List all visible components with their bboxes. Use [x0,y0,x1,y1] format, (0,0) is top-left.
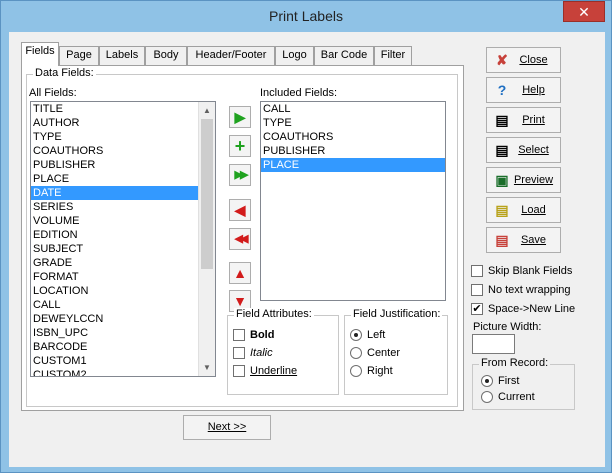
preview-button[interactable]: ▣ Preview [486,167,561,193]
all-fields-item[interactable]: COAUTHORS [31,144,215,158]
title-bar[interactable]: Print Labels ✕ [1,1,611,31]
included-fields-item[interactable]: COAUTHORS [261,130,445,144]
tab-page[interactable]: Page [59,46,99,65]
all-fields-item[interactable]: CUSTOM2 [31,368,215,376]
tab-header-footer[interactable]: Header/Footer [187,46,275,65]
included-fields-item[interactable]: CALL [261,102,445,116]
printer-icon: ▤ [495,111,509,128]
justify-right-radio[interactable]: Right [350,365,393,377]
save-button[interactable]: ▤ Save [486,227,561,253]
included-fields-items: CALL TYPE COAUTHORS PUBLISHER PLACE [261,102,445,172]
all-fields-item[interactable]: TITLE [31,102,215,116]
help-button[interactable]: ? Help [486,77,561,103]
from-record-current-radio[interactable]: Current [481,391,535,403]
field-attributes-group: Field Attributes: Bold Italic Underline [227,308,339,395]
space-new-line-checkbox[interactable]: ✔ Space->New Line [471,303,575,315]
picture-width-input[interactable] [472,334,515,354]
window-close-icon[interactable]: ✕ [563,1,605,22]
all-fields-item[interactable]: LOCATION [31,284,215,298]
from-record-first-radio[interactable]: First [481,375,519,387]
select-button[interactable]: ▤ Select [486,137,561,163]
justify-left-radio[interactable]: Left [350,329,385,341]
all-fields-item[interactable]: VOLUME [31,214,215,228]
all-fields-item[interactable]: EDITION [31,228,215,242]
window-title: Print Labels [269,8,343,24]
load-button[interactable]: ▤ Load [486,197,561,223]
all-fields-item[interactable]: PLACE [31,172,215,186]
select-printer-icon: ▤ [495,141,509,158]
included-fields-item[interactable]: TYPE [261,116,445,130]
italic-checkbox[interactable]: Italic [233,347,273,359]
all-fields-scrollbar[interactable]: ▲ ▼ [198,102,215,376]
skip-blank-fields-checkbox[interactable]: Skip Blank Fields [471,265,572,277]
all-fields-item[interactable]: DATE [31,186,215,200]
all-fields-item[interactable]: AUTHOR [31,116,215,130]
remove-field-icon[interactable]: ◀ [229,199,251,221]
scroll-up-icon[interactable]: ▲ [199,102,215,119]
field-justification-group: Field Justification: Left Center Right [344,308,448,395]
all-fields-listbox[interactable]: TITLE AUTHOR TYPE COAUTHORS PUBLISHER PLACE DA… [30,101,216,377]
all-fields-item[interactable]: CUSTOM1 [31,354,215,368]
all-fields-item[interactable]: DEWEYLCCN [31,312,215,326]
from-record-group: From Record: First Current [472,357,575,410]
client-area: Fields Page Labels Body Header/Footer Lo… [9,32,605,467]
all-fields-item[interactable]: CALL [31,298,215,312]
no-text-wrapping-checkbox[interactable]: No text wrapping [471,284,571,296]
help-icon: ? [497,82,507,98]
add-field-icon[interactable]: ▶ [229,106,251,128]
scroll-down-icon[interactable]: ▼ [199,359,215,376]
tab-fields[interactable]: Fields [21,42,59,66]
tab-logo[interactable]: Logo [275,46,314,65]
tab-bar-code[interactable]: Bar Code [314,46,374,65]
all-fields-item[interactable]: FORMAT [31,270,215,284]
add-all-icon[interactable]: + [229,135,251,157]
add-fast-icon[interactable]: ▶▶ [229,164,251,186]
included-fields-item[interactable]: PLACE [261,158,445,172]
remove-all-icon[interactable]: ◀◀ [229,228,251,250]
bold-checkbox[interactable]: Bold [233,329,274,341]
included-fields-label: Included Fields: [260,87,338,99]
scroll-thumb[interactable] [201,119,213,269]
tab-labels[interactable]: Labels [99,46,145,65]
tab-body[interactable]: Body [145,46,187,65]
underline-checkbox[interactable]: Underline [233,365,297,377]
close-icon: ✘ [496,51,508,68]
all-fields-item[interactable]: TYPE [31,130,215,144]
data-fields-label: Data Fields: [33,67,96,79]
from-record-label: From Record: [479,357,551,369]
field-justification-label: Field Justification: [351,308,443,320]
included-fields-item[interactable]: PUBLISHER [261,144,445,158]
load-file-icon: ▤ [495,201,509,218]
all-fields-item[interactable]: SUBJECT [31,242,215,256]
field-attributes-label: Field Attributes: [234,308,314,320]
all-fields-items: TITLE AUTHOR TYPE COAUTHORS PUBLISHER PLACE DA… [31,102,215,376]
justify-center-radio[interactable]: Center [350,347,400,359]
all-fields-item[interactable]: PUBLISHER [31,158,215,172]
print-labels-window: Print Labels ✕ Fields Page Labels Body H… [0,0,612,473]
close-button[interactable]: ✘ Close [486,47,561,73]
print-button[interactable]: ▤ Print [486,107,561,133]
all-fields-label: All Fields: [29,87,77,99]
next-button[interactable]: Next >> [183,415,271,440]
picture-width-label: Picture Width: [473,321,542,333]
all-fields-item[interactable]: ISBN_UPC [31,326,215,340]
save-file-icon: ▤ [495,231,509,248]
all-fields-item[interactable]: SERIES [31,200,215,214]
monitor-icon: ▣ [495,171,509,188]
fields-tab-panel: Data Fields: All Fields: TITLE AUTHOR TYPE… [21,65,464,411]
all-fields-item[interactable]: BARCODE [31,340,215,354]
all-fields-item[interactable]: GRADE [31,256,215,270]
move-up-icon[interactable]: ▲ [229,262,251,284]
tab-filter[interactable]: Filter [374,46,412,65]
included-fields-listbox[interactable]: CALL TYPE COAUTHORS PUBLISHER PLACE [260,101,446,301]
